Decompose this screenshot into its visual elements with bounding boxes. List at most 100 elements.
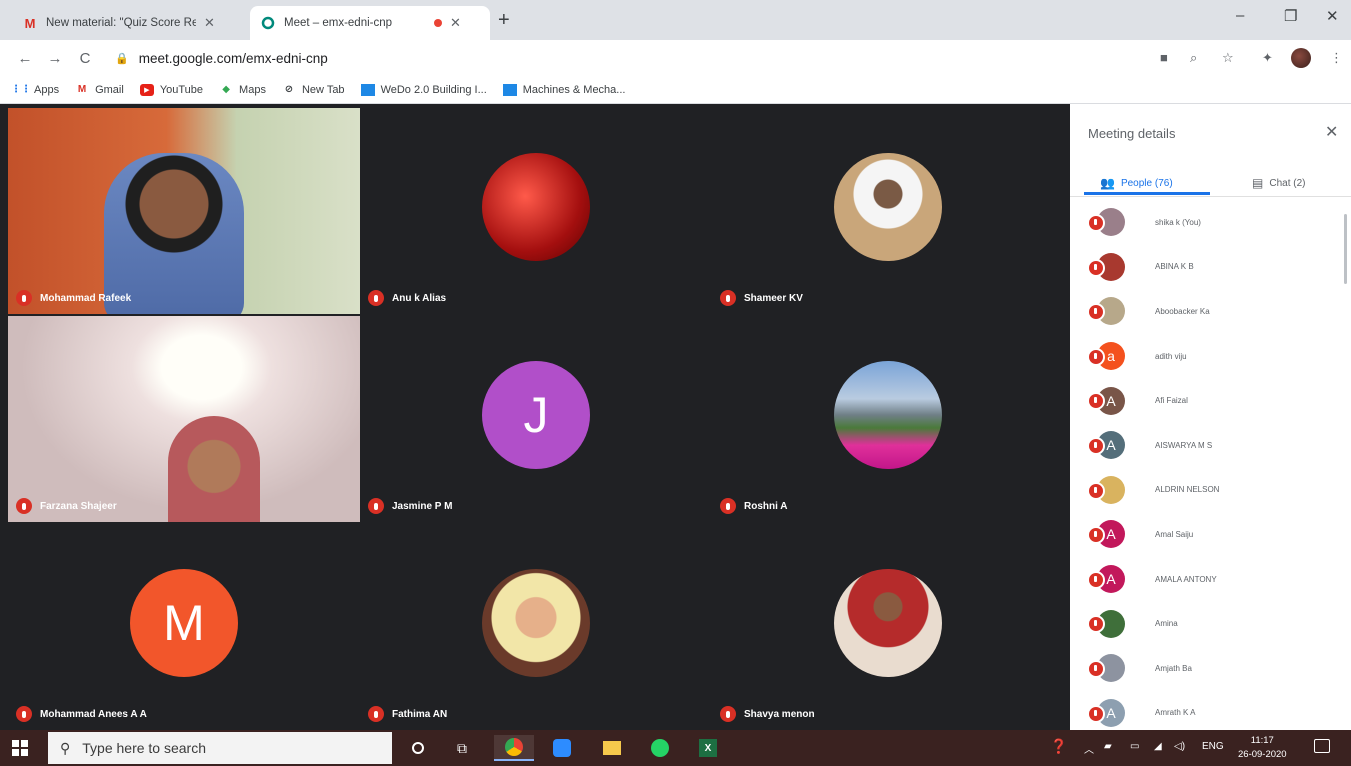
search-placeholder: Type here to search xyxy=(82,740,207,756)
participant-tile[interactable]: J Jasmine P M xyxy=(360,316,712,522)
mic-off-icon xyxy=(1087,481,1105,500)
bookmark-page-icon xyxy=(502,83,517,96)
participant-name: Anu k Alias xyxy=(392,292,447,304)
participant-tile-video[interactable]: Farzana Shajeer xyxy=(8,316,360,522)
forward-button[interactable]: → xyxy=(40,50,70,67)
bookmark-apps[interactable]: ⋮⋮ Apps xyxy=(11,84,59,96)
wifi-icon[interactable]: ◢ xyxy=(1154,741,1162,752)
excel-icon[interactable]: X xyxy=(688,735,728,761)
zoom-icon[interactable]: ⌕ xyxy=(1190,50,1197,66)
mic-off-icon xyxy=(16,706,32,722)
network-icon[interactable]: ▰ xyxy=(1104,741,1112,752)
list-item[interactable]: A Amrath K A xyxy=(1070,691,1351,730)
list-item[interactable]: A Afi Faizal xyxy=(1070,378,1351,423)
camera-icon[interactable]: ■ xyxy=(1160,50,1168,65)
participant-initial-avatar: M xyxy=(130,569,238,677)
participant-tile[interactable]: Shavya menon xyxy=(712,524,1064,730)
back-button[interactable]: ← xyxy=(10,50,40,67)
youtube-icon: ▶ xyxy=(139,83,154,96)
tab-chat[interactable]: ▤ Chat (2) xyxy=(1252,170,1305,196)
close-window-button[interactable]: ✕ xyxy=(1326,7,1339,25)
bookmark-wedo[interactable]: WeDo 2.0 Building I... xyxy=(360,83,487,96)
notification-center-icon[interactable] xyxy=(1314,739,1330,753)
list-item[interactable]: shika k (You) xyxy=(1070,200,1351,245)
participant-tile[interactable]: Roshni A xyxy=(712,316,1064,522)
participant-tile-video[interactable]: Mohammad Rafeek xyxy=(8,108,360,314)
participant-video-feed xyxy=(168,416,260,522)
bookmark-gmail[interactable]: M Gmail xyxy=(75,84,124,96)
participant-photo xyxy=(834,361,942,469)
people-list: shika k (You) ABINA K B Aboobacker Ka aa… xyxy=(1070,200,1351,730)
search-icon: ⚲ xyxy=(60,739,71,756)
extensions-icon[interactable]: ✦ xyxy=(1262,50,1273,66)
bookmarks-bar: ⋮⋮ Apps M Gmail ▶ YouTube ◆ Maps ⊘ New T… xyxy=(0,76,1351,104)
file-explorer-icon[interactable] xyxy=(592,735,632,761)
chevron-up-icon[interactable]: ︿ xyxy=(1084,741,1094,756)
participant-tile[interactable]: M Mohammad Anees A A xyxy=(8,524,360,730)
list-item[interactable]: Amina xyxy=(1070,601,1351,646)
bookmark-maps[interactable]: ◆ Maps xyxy=(219,84,266,96)
list-item[interactable]: Aboobacker Ka xyxy=(1070,289,1351,334)
scrollbar[interactable] xyxy=(1344,214,1347,284)
list-item[interactable]: A AMALA ANTONY xyxy=(1070,557,1351,602)
volume-icon[interactable]: ◁) xyxy=(1174,741,1185,752)
list-item[interactable]: a adith viju xyxy=(1070,334,1351,379)
participant-name: Farzana Shajeer xyxy=(40,500,117,512)
list-item[interactable]: ALDRIN NELSON xyxy=(1070,468,1351,513)
participant-name: Mohammad Anees A A xyxy=(40,708,147,720)
address-bar[interactable]: 🔒 meet.google.com/emx-edni-cnp xyxy=(115,45,1155,71)
list-item[interactable]: A Amal Saiju xyxy=(1070,512,1351,557)
participant-name: Amjath Ba xyxy=(1155,663,1192,673)
participant-name: Roshni A xyxy=(744,500,788,512)
participant-name: AISWARYA M S xyxy=(1155,440,1213,450)
participant-photo xyxy=(482,153,590,261)
restore-button[interactable]: ❐ xyxy=(1284,7,1297,25)
whatsapp-icon[interactable] xyxy=(640,735,680,761)
taskbar-search-input[interactable]: ⚲ Type here to search xyxy=(48,732,392,764)
participant-name: Shavya menon xyxy=(744,708,815,720)
clock[interactable]: 11:17 26-09-2020 xyxy=(1238,734,1287,762)
url-text: meet.google.com/emx-edni-cnp xyxy=(138,50,328,66)
battery-icon[interactable]: ▭ xyxy=(1130,741,1139,752)
list-item[interactable]: Amjath Ba xyxy=(1070,646,1351,691)
participant-tile[interactable]: Anu k Alias xyxy=(360,108,712,314)
reload-button[interactable]: C xyxy=(70,50,100,67)
participant-name: ABINA K B xyxy=(1155,262,1194,272)
tab-title: Meet – emx-edni-cnp xyxy=(284,17,393,29)
participant-name: Jasmine P M xyxy=(392,500,453,512)
close-panel-button[interactable]: ✕ xyxy=(1325,122,1338,142)
tab-meet[interactable]: Meet – emx-edni-cnp ✕ xyxy=(250,6,490,40)
participant-name: Aboobacker Ka xyxy=(1155,306,1210,316)
bookmark-machines[interactable]: Machines & Mecha... xyxy=(502,83,625,96)
gmail-icon: M xyxy=(77,84,87,95)
language-indicator[interactable]: ENG xyxy=(1202,741,1224,752)
chrome-icon[interactable] xyxy=(494,735,534,761)
participant-photo xyxy=(834,569,942,677)
bookmark-new-tab[interactable]: ⊘ New Tab xyxy=(282,84,345,96)
list-item[interactable]: A AISWARYA M S xyxy=(1070,423,1351,468)
close-tab-icon[interactable]: ✕ xyxy=(450,15,461,31)
panel-title: Meeting details xyxy=(1088,126,1176,141)
mic-off-icon xyxy=(368,290,384,306)
windows-start-icon[interactable] xyxy=(12,740,28,756)
recording-icon xyxy=(434,19,442,27)
participant-tile[interactable]: Fathima AN xyxy=(360,524,712,730)
minimize-button[interactable]: – xyxy=(1236,7,1244,24)
participant-tile[interactable]: Shameer KV xyxy=(712,108,1064,314)
lock-icon: 🔒 xyxy=(115,52,129,65)
profile-avatar[interactable] xyxy=(1291,48,1311,68)
maps-icon: ◆ xyxy=(222,84,230,95)
star-icon[interactable]: ☆ xyxy=(1222,50,1234,66)
zoom-app-icon[interactable] xyxy=(542,735,582,761)
list-item[interactable]: ABINA K B xyxy=(1070,245,1351,290)
participant-name: AMALA ANTONY xyxy=(1155,574,1217,584)
tab-gmail[interactable]: M New material: "Quiz Score Relea ✕ xyxy=(12,6,225,40)
bookmark-youtube[interactable]: ▶ YouTube xyxy=(139,83,203,96)
mic-off-icon xyxy=(368,498,384,514)
cortana-icon[interactable] xyxy=(398,735,438,761)
help-icon[interactable]: ❓ xyxy=(1050,738,1067,755)
task-view-icon[interactable]: ⧉ xyxy=(442,735,482,761)
menu-icon[interactable]: ⋮ xyxy=(1330,50,1343,66)
new-tab-button[interactable]: + xyxy=(498,9,510,32)
close-tab-icon[interactable]: ✕ xyxy=(204,15,215,31)
